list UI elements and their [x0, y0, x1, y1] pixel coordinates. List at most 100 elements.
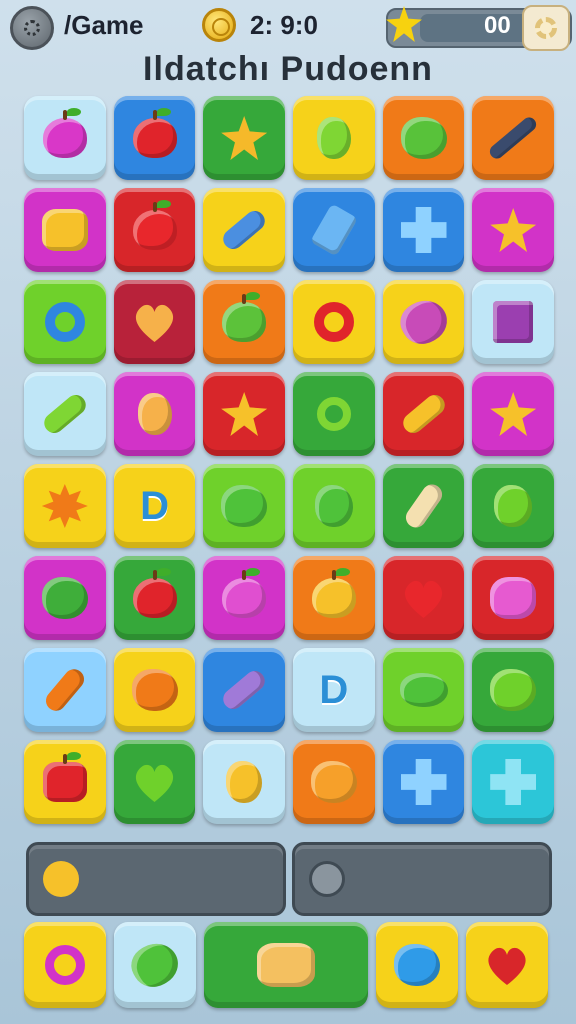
booster-slot-right[interactable] — [292, 842, 552, 916]
booster-heart[interactable] — [466, 922, 548, 1008]
apple-icon — [132, 568, 177, 618]
tile-star[interactable] — [472, 372, 555, 456]
heart-icon — [485, 945, 529, 985]
shield-icon — [490, 669, 537, 711]
tile-ring[interactable] — [293, 280, 375, 364]
blob-icon — [494, 485, 533, 527]
tile-cone[interactable] — [113, 372, 196, 456]
booster-drop[interactable] — [376, 922, 458, 1008]
booster-cookie[interactable] — [204, 922, 368, 1008]
tile-apple[interactable] — [113, 188, 196, 272]
apple-icon — [42, 752, 87, 802]
star-icon — [221, 116, 268, 160]
tile-apple[interactable] — [203, 280, 286, 364]
tile-blob[interactable] — [472, 464, 555, 548]
booster-token-icon — [43, 861, 79, 897]
tile-key[interactable] — [293, 372, 375, 456]
tile-bandage[interactable] — [382, 464, 465, 548]
tile-eraser[interactable] — [203, 648, 286, 732]
swirl-icon — [45, 945, 85, 985]
drop-icon — [226, 761, 263, 803]
tile-blob[interactable] — [382, 280, 465, 364]
tile-carrot[interactable] — [24, 648, 106, 732]
apple-icon — [42, 108, 87, 158]
tile-drop[interactable] — [293, 96, 375, 180]
tile-star[interactable] — [203, 96, 286, 180]
tile-apple[interactable] — [203, 556, 286, 640]
flower-icon — [490, 577, 537, 619]
star-icon — [490, 392, 537, 436]
drop-icon — [394, 944, 440, 986]
sun-icon — [41, 484, 88, 528]
tile-cross[interactable] — [382, 188, 465, 272]
tile-bubble[interactable] — [24, 556, 106, 640]
cross-icon — [400, 759, 447, 805]
tile-shield[interactable] — [203, 464, 286, 548]
booster-slots — [26, 842, 552, 918]
score-bar — [420, 14, 530, 42]
tile-heart[interactable] — [113, 280, 196, 364]
tile-star[interactable] — [472, 188, 555, 272]
tile-gear[interactable] — [24, 188, 106, 272]
blob-icon — [393, 292, 454, 352]
tile-shield[interactable] — [472, 648, 555, 732]
cookie-icon — [257, 943, 315, 987]
booster-slot-left[interactable] — [26, 842, 286, 916]
tile-drop[interactable] — [203, 740, 286, 824]
tile-cross[interactable] — [382, 740, 465, 824]
tile-pill[interactable] — [382, 372, 465, 456]
tile-box[interactable] — [472, 280, 555, 364]
tile-bubble[interactable] — [293, 740, 375, 824]
tile-blob[interactable] — [382, 96, 465, 180]
tile-flower[interactable] — [472, 556, 555, 640]
gear-icon — [41, 209, 88, 251]
tile-heart[interactable] — [382, 556, 465, 640]
tile-apple[interactable] — [113, 96, 196, 180]
apple-icon — [222, 292, 267, 342]
board-row — [24, 740, 555, 824]
bandage-icon — [401, 480, 446, 532]
tile-bubble[interactable] — [113, 648, 196, 732]
tile-shard[interactable] — [293, 188, 375, 272]
tile-apple[interactable] — [24, 740, 106, 824]
tile-drop[interactable] — [293, 464, 375, 548]
shield-icon — [221, 485, 268, 527]
tile-pill[interactable] — [203, 188, 286, 272]
carrot-icon — [41, 665, 88, 715]
tile-cross[interactable] — [472, 740, 555, 824]
booster-swirl[interactable] — [24, 922, 106, 1008]
pill-icon — [398, 390, 449, 438]
board-row — [24, 188, 555, 272]
menu-button[interactable] — [10, 6, 54, 50]
blob-icon — [399, 673, 448, 707]
heart-icon — [133, 302, 177, 342]
apple-icon — [311, 568, 356, 618]
star-icon — [490, 208, 537, 252]
tile-ring[interactable] — [24, 280, 106, 364]
leaf-icon — [124, 935, 186, 995]
booster-bar — [24, 922, 554, 1008]
tile-pill[interactable] — [472, 96, 555, 180]
letter-d-icon: D — [319, 667, 349, 712]
tile-letter-d[interactable]: D — [113, 464, 196, 548]
toggle-icon — [309, 861, 345, 897]
pill-icon — [219, 206, 269, 254]
tile-blob[interactable] — [382, 648, 465, 732]
game-label: /Game — [64, 10, 144, 40]
tile-sun[interactable] — [24, 464, 106, 548]
booster-leaf[interactable] — [114, 922, 196, 1008]
bubble-icon — [131, 669, 178, 711]
drop-icon — [316, 117, 351, 159]
tile-heart[interactable] — [113, 740, 196, 824]
tile-apple[interactable] — [24, 96, 106, 180]
eraser-icon — [219, 666, 269, 714]
star-icon — [221, 392, 268, 436]
tile-letter-d[interactable]: D — [293, 648, 375, 732]
tile-apple[interactable] — [113, 556, 196, 640]
shard-icon — [309, 203, 358, 257]
settings-gear-button[interactable] — [522, 5, 570, 51]
timer-display: 2: 9:0 — [250, 10, 318, 40]
tile-star[interactable] — [203, 372, 286, 456]
tile-apple[interactable] — [293, 556, 375, 640]
tile-eraser[interactable] — [24, 372, 106, 456]
